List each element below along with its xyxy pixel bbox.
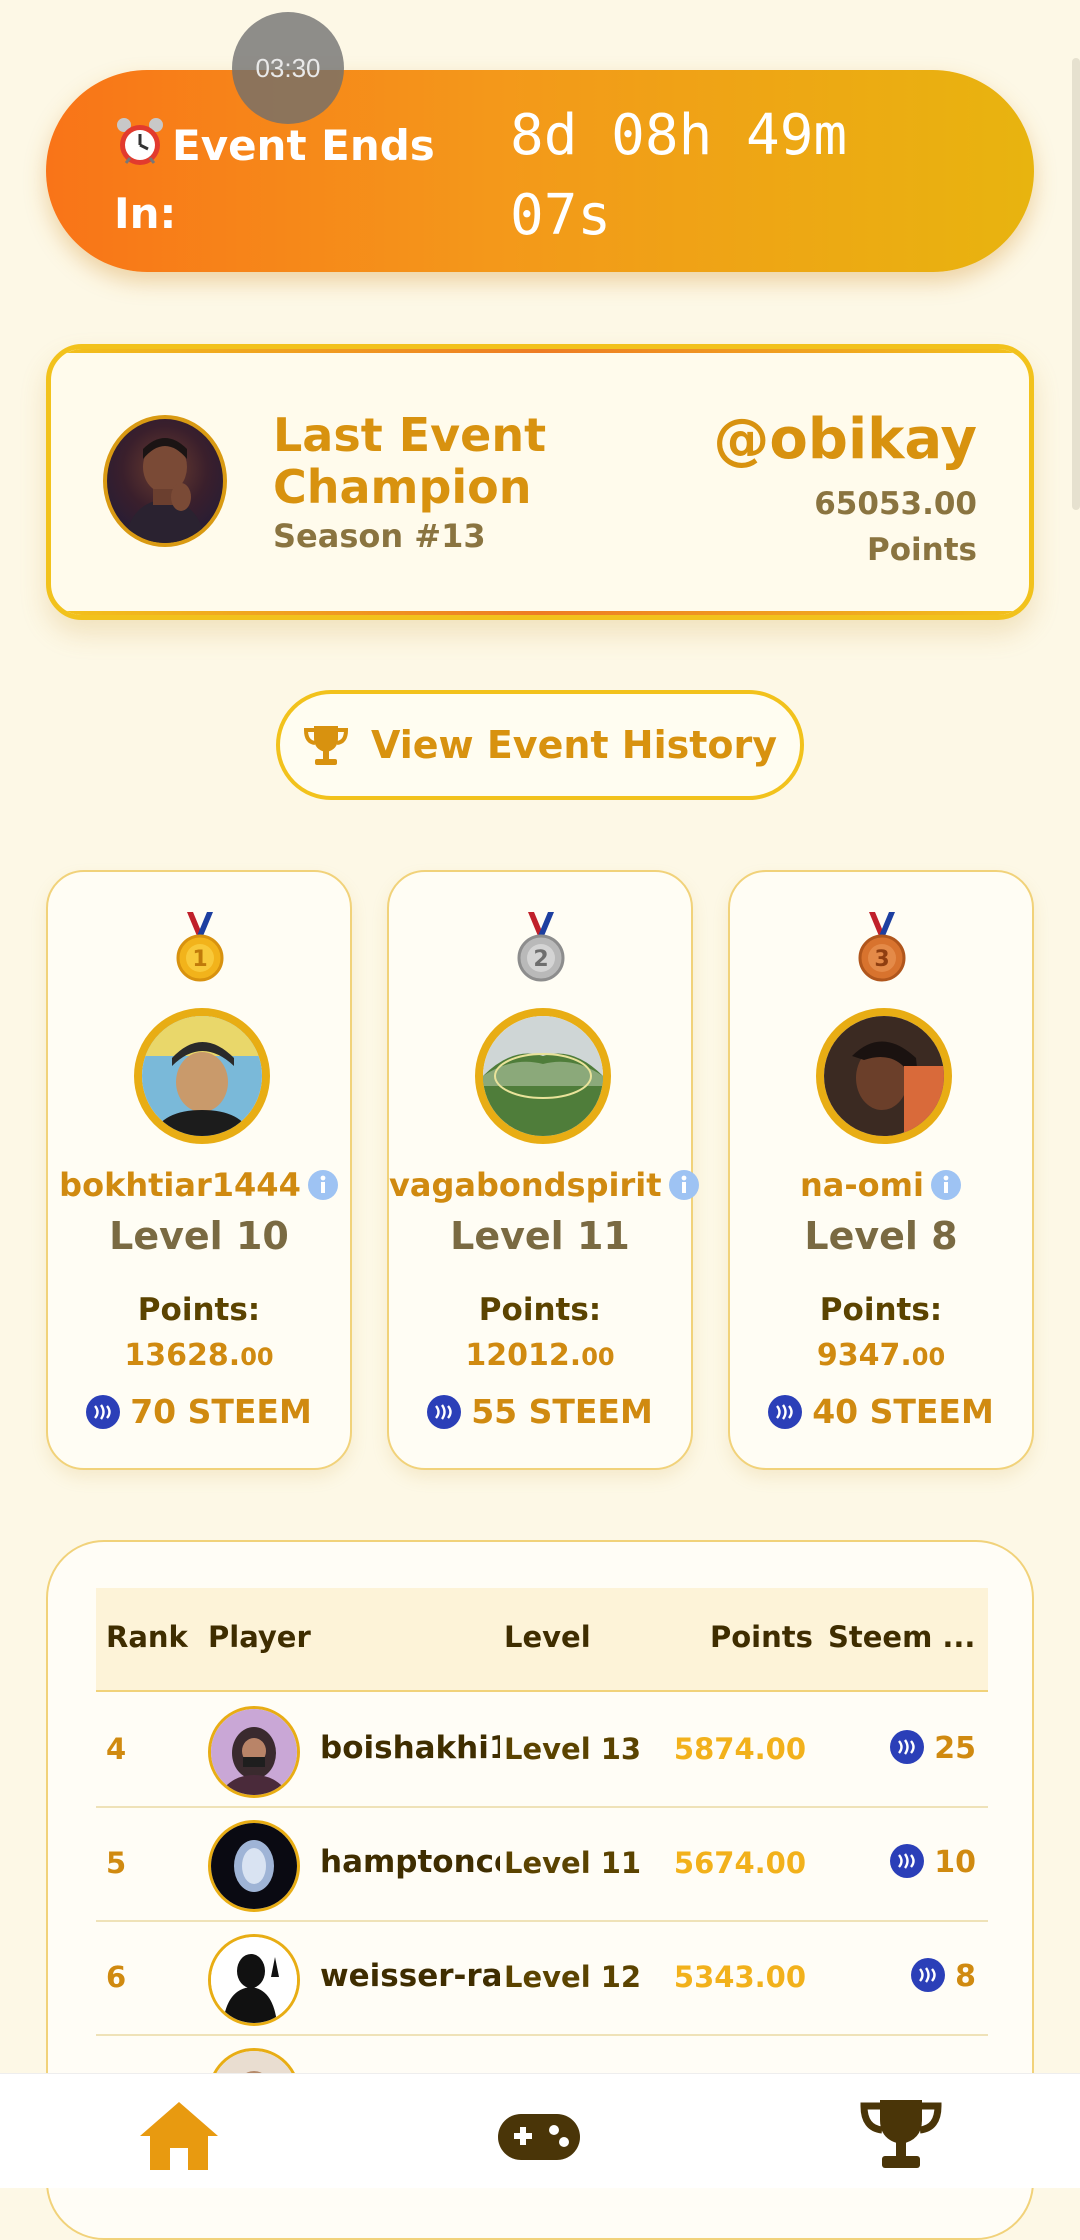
view-event-history-button[interactable]: View Event History [276,690,804,800]
row-avatar [208,1820,300,1912]
row-points: 5343.00 [673,1960,806,1994]
podium-card-first[interactable]: 1 bokhtiar1444 Level 10 Points: 13628.00… [46,870,352,1470]
podium-avatar [816,1008,952,1144]
event-ends-label: Event Ends In: [114,112,444,248]
svg-text:2: 2 [533,947,548,972]
podium-level: Level 10 [109,1214,289,1258]
column-points[interactable]: Points [710,1620,813,1654]
column-level[interactable]: Level [504,1620,591,1654]
leaderboard-header: Rank Player Level Points Steem ... [96,1588,988,1692]
champion-avatar [103,415,227,547]
podium-points-value: 13628.00 [124,1338,274,1373]
row-reward: 8 [911,1958,976,1994]
podium-level: Level 8 [804,1214,958,1258]
row-avatar [208,1934,300,2026]
row-player-name[interactable]: hamptoncc [320,1844,500,1880]
screen-timer-overlay: 03:30 [232,12,344,124]
podium-avatar [475,1008,611,1144]
row-player-name[interactable]: weisser-ra [320,1958,500,1994]
info-icon[interactable] [930,1169,962,1201]
silver-medal-icon: 2 [517,912,565,982]
table-row[interactable]: 4 boishakhi1 Level 13 5874.00 25 [96,1692,988,1808]
bronze-medal-icon: 3 [858,912,906,982]
row-reward: 10 [890,1844,976,1880]
steem-icon [890,1844,925,1878]
champion-points-value: 65053.00 [814,486,977,522]
trophy-icon [303,726,348,765]
podium-points-value: 12012.00 [465,1338,615,1373]
champion-points-label: Points [867,532,977,568]
podium-points-value: 9347.00 [816,1338,946,1373]
home-icon[interactable] [134,2096,224,2176]
last-event-champion-card[interactable]: Last Event Champion Season #13 @obikay 6… [46,344,1034,620]
info-icon[interactable] [307,1169,339,1201]
row-points: 5674.00 [673,1846,806,1880]
podium-reward: 40 STEEM [730,1392,1032,1431]
column-player[interactable]: Player [208,1620,311,1654]
svg-text:1: 1 [192,947,207,972]
row-player-name[interactable]: boishakhi1 [320,1730,500,1766]
trophy-icon[interactable] [856,2096,946,2176]
column-rank[interactable]: Rank [106,1620,188,1654]
row-level: Level 12 [504,1960,642,1994]
champion-points: 65053.00 Points [814,481,977,573]
podium-points-label: Points: [137,1292,261,1328]
champion-username[interactable]: @obikay [713,407,977,472]
steem-icon [427,1395,462,1429]
table-row[interactable]: 6 weisser-ra Level 12 5343.00 8 [96,1920,988,2036]
row-points: 5874.00 [673,1732,806,1766]
view-event-history-label: View Event History [370,723,778,767]
steem-icon [890,1730,925,1764]
row-level: Level 13 [504,1732,642,1766]
bottom-navigation [0,2073,1080,2188]
row-rank: 5 [106,1846,127,1880]
alarm-clock-icon [117,118,163,165]
podium-player-name[interactable]: vagabondspirit [389,1166,699,1204]
steem-icon [911,1958,946,1992]
podium-points-label: Points: [819,1292,943,1328]
event-countdown: 8d 08h 49m 07s [510,96,930,256]
podium-level: Level 11 [450,1214,630,1258]
event-countdown-banner: Event Ends In: 8d 08h 49m 07s [46,70,1034,272]
gamepad-icon[interactable] [494,2096,584,2176]
podium-player-name[interactable]: bokhtiar1444 [48,1166,350,1204]
podium-reward: 70 STEEM [48,1392,350,1431]
steem-icon [768,1395,803,1429]
row-rank: 4 [106,1732,127,1766]
podium-card-third[interactable]: 3 na-omi Level 8 Points: 9347.00 40 STEE… [728,870,1034,1470]
column-steem[interactable]: Steem ... [828,1620,975,1654]
champion-season: Season #13 [273,517,486,555]
podium-avatar [134,1008,270,1144]
podium-points-label: Points: [478,1292,602,1328]
row-level: Level 11 [504,1846,642,1880]
champion-title: Last Event Champion [273,408,547,514]
countdown-line-2: 07s [510,183,612,248]
scrollbar[interactable] [1072,58,1080,510]
row-reward: 25 [890,1730,976,1766]
row-rank: 6 [106,1960,127,1994]
podium-player-name[interactable]: na-omi [730,1166,1032,1204]
info-icon[interactable] [668,1169,700,1201]
podium-reward: 55 STEEM [389,1392,691,1431]
countdown-line-1: 8d 08h 49m [510,103,848,168]
gold-medal-icon: 1 [176,912,224,982]
svg-text:3: 3 [874,947,889,972]
table-row[interactable]: 5 hamptoncc Level 11 5674.00 10 [96,1806,988,1922]
steem-icon [86,1395,121,1429]
row-avatar [208,1706,300,1798]
podium-card-second[interactable]: 2 vagabondspirit Level 11 Points: 12012.… [387,870,699,1470]
